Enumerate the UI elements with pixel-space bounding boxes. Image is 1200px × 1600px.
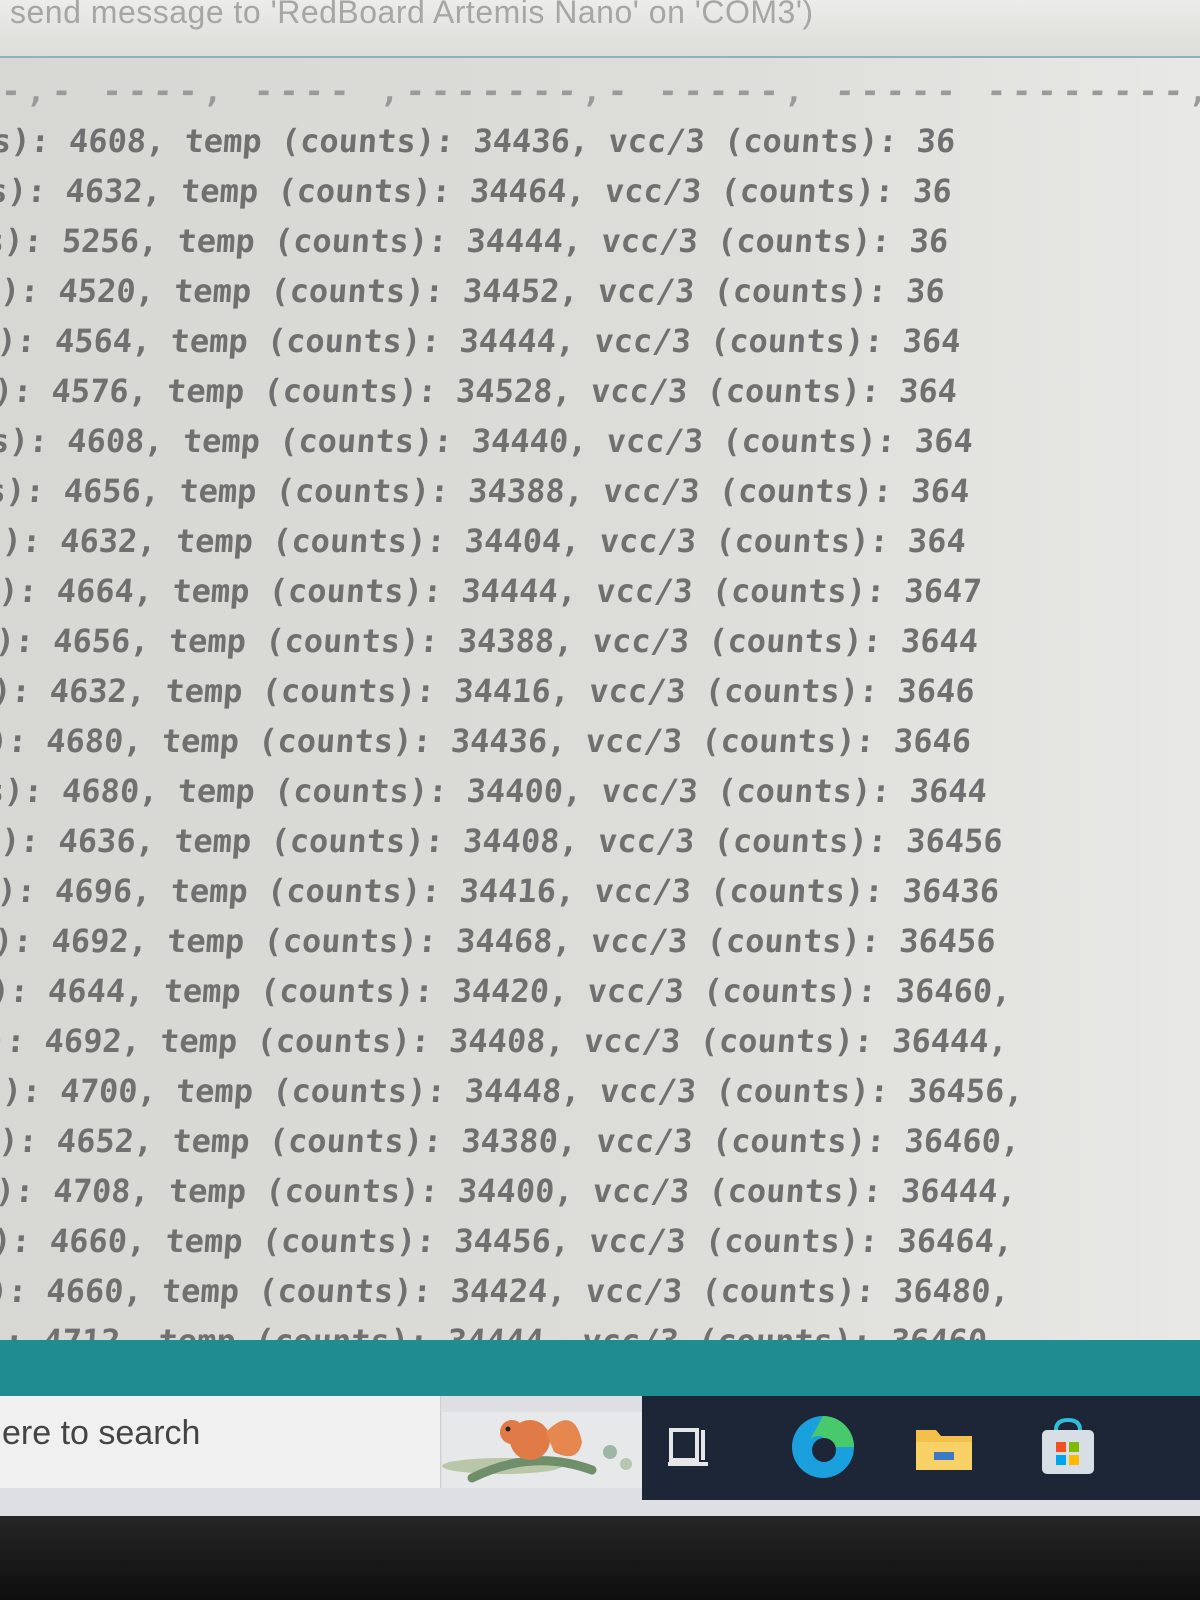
file-explorer-icon[interactable] — [914, 1418, 974, 1474]
serial-line: ts): 4576, temp (counts): 34528, vcc/3 (… — [0, 372, 959, 410]
monitor-screen: send message to 'RedBoard Artemis Nano' … — [0, 0, 1200, 1516]
serial-line: nts): 4656, temp (counts): 34388, vcc/3 … — [0, 622, 980, 660]
serial-line: nts): 4656, temp (counts): 34388, vcc/3 … — [0, 472, 971, 510]
serial-line: unts): 4692, temp (counts): 34468, vcc/3… — [0, 922, 998, 960]
send-message-bar[interactable]: send message to 'RedBoard Artemis Nano' … — [0, 0, 1200, 58]
serial-line: unts): 4644, temp (counts): 34420, vcc/3… — [0, 972, 1013, 1010]
serial-line: ounts): 4660, temp (counts): 34456, vcc/… — [0, 1222, 1015, 1260]
serial-line: nts): 4632, temp (counts): 34404, vcc/3 … — [0, 522, 968, 560]
serial-line: nts): 4608, temp (counts): 34440, vcc/3 … — [0, 422, 975, 460]
serial-line: ts): 4608, temp (counts): 34436, vcc/3 (… — [0, 122, 957, 160]
serial-line: --,- ----, ---- ,-------,- -----, ----- … — [0, 72, 1200, 110]
status-strip — [0, 1340, 1200, 1396]
serial-line: ts): 4632, temp (counts): 34464, vcc/3 (… — [0, 172, 954, 210]
monitor-bezel — [0, 1516, 1200, 1600]
serial-monitor-output[interactable]: --,- ----, ---- ,-------,- -----, ----- … — [0, 58, 1200, 1340]
serial-line: ounts): 4660, temp (counts): 34424, vcc/… — [0, 1272, 1012, 1310]
taskbar-apps — [642, 1396, 1200, 1500]
search-placeholder: ere to search — [2, 1414, 201, 1452]
serial-line: ts): 4520, temp (counts): 34452, vcc/3 (… — [0, 272, 947, 310]
serial-line: ounts): 4652, temp (counts): 34380, vcc/… — [0, 1122, 1022, 1160]
serial-line: unts): 4680, temp (counts): 34400, vcc/3… — [0, 772, 989, 810]
task-view-icon[interactable] — [668, 1424, 714, 1470]
serial-lines: --,- ----, ---- ,-------,- -----, ----- … — [0, 66, 1200, 1340]
serial-line: nts): 4632, temp (counts): 34416, vcc/3 … — [0, 672, 976, 710]
serial-line: unts): 4696, temp (counts): 34416, vcc/3… — [0, 872, 1001, 910]
serial-line: unts): 4636, temp (counts): 34408, vcc/3… — [0, 822, 1005, 860]
serial-line: nts): 4680, temp (counts): 34436, vcc/3 … — [0, 722, 973, 760]
serial-line: unts): 4692, temp (counts): 34408, vcc/3… — [0, 1022, 1010, 1060]
windows-taskbar: ere to search — [0, 1396, 1200, 1516]
serial-line: ounts): 4708, temp (counts): 34400, vcc/… — [0, 1172, 1019, 1210]
search-highlight[interactable] — [442, 1412, 642, 1488]
send-message-input[interactable]: send message to 'RedBoard Artemis Nano' … — [10, 0, 814, 31]
edge-icon[interactable] — [788, 1412, 858, 1482]
taskbar-search-box[interactable]: ere to search — [0, 1396, 441, 1488]
serial-line: ts): 5256, temp (counts): 34444, vcc/3 (… — [0, 222, 950, 260]
store-icon[interactable] — [1036, 1416, 1100, 1480]
serial-line: nts): 4664, temp (counts): 34444, vcc/3 … — [0, 572, 983, 610]
squirrel-news-icon[interactable] — [442, 1412, 642, 1488]
serial-line: ounts): 4712, temp (counts): 34444, vcc/… — [0, 1316, 1200, 1340]
serial-line: ts): 4564, temp (counts): 34444, vcc/3 (… — [0, 322, 962, 360]
serial-line: ounts): 4700, temp (counts): 34448, vcc/… — [0, 1072, 1026, 1110]
